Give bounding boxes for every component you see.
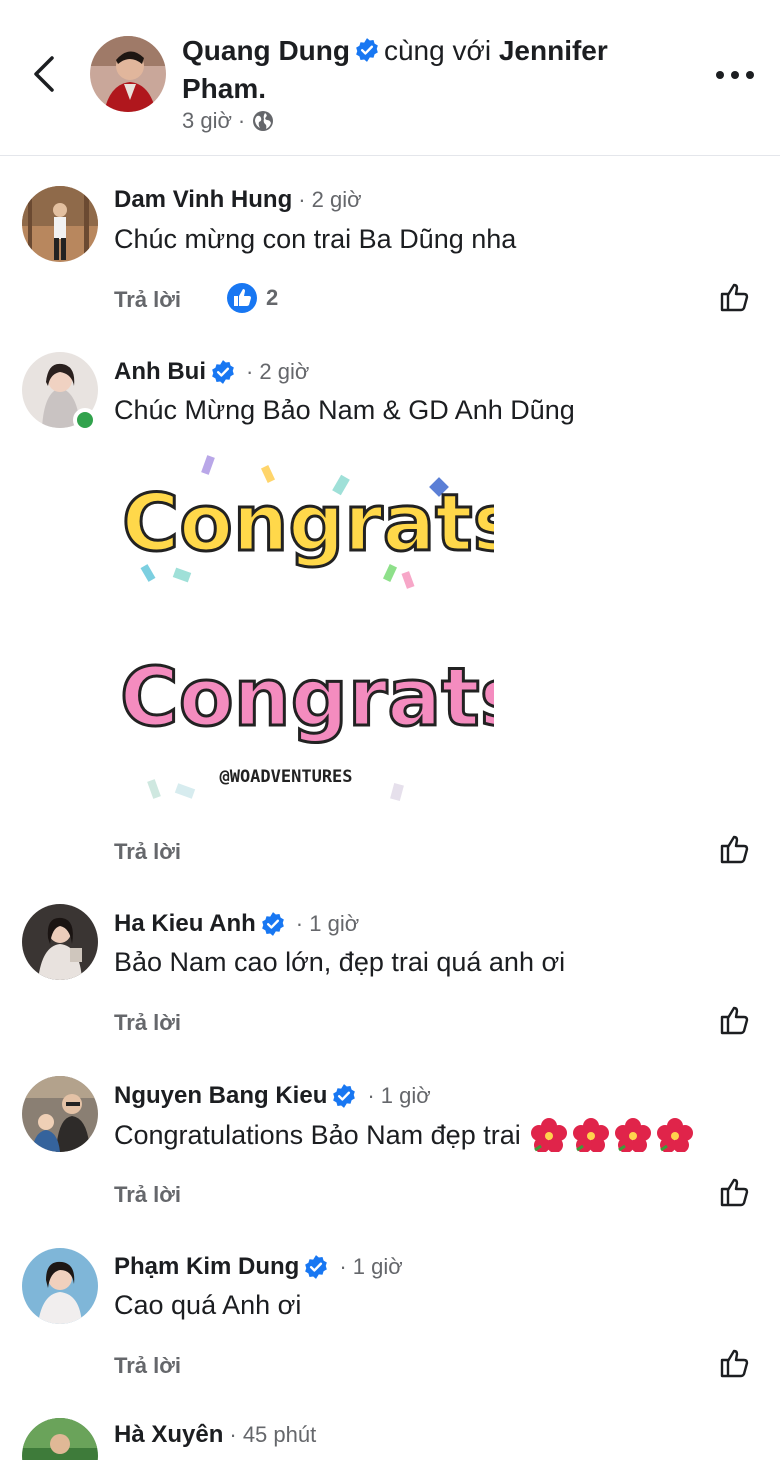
sticker-credit: @WOADVENTURES	[219, 767, 352, 787]
thumbs-up-icon[interactable]	[718, 1175, 752, 1209]
hibiscus-icon	[656, 1118, 693, 1152]
author-name[interactable]: Quang Dung	[182, 35, 350, 66]
comment-time: · 1 giờ	[295, 911, 360, 936]
with-text: cùng với	[383, 35, 492, 66]
more-options-button[interactable]	[712, 60, 758, 90]
comment-header: Anh Bui · 2 giờ	[114, 358, 309, 386]
reply-button[interactable]: Trả lời	[114, 1353, 181, 1379]
comment-header: Phạm Kim Dung · 1 giờ	[114, 1253, 403, 1281]
confetti	[390, 782, 404, 802]
sticker-word-top: Congrats	[122, 479, 494, 569]
meta-separator: ·	[237, 108, 246, 133]
back-icon	[34, 56, 54, 92]
commenter-name[interactable]: Hà Xuyên	[114, 1421, 223, 1449]
hibiscus-icon	[530, 1118, 567, 1152]
comment-time: · 1 giờ	[339, 1254, 403, 1279]
thumbs-up-icon[interactable]	[718, 280, 752, 314]
comment-header: Ha Kieu Anh · 1 giờ	[114, 910, 359, 938]
like-reaction-icon	[227, 283, 257, 313]
confetti	[174, 783, 196, 799]
comment-text: Bảo Nam cao lớn, đẹp trai quá anh ơi	[114, 947, 566, 977]
more-icon	[716, 71, 754, 79]
emoji-group	[529, 1118, 693, 1152]
reaction-count: 2	[266, 285, 279, 310]
comment-time: · 45 phút	[229, 1422, 317, 1447]
commenter-name[interactable]: Anh Bui	[114, 358, 206, 386]
comment-text: Chúc mừng con trai Ba Dũng nha	[114, 224, 517, 254]
avatar[interactable]	[22, 186, 98, 262]
hibiscus-icon	[572, 1118, 609, 1152]
comment-header: Dam Vinh Hung · 2 giờ	[114, 186, 362, 214]
online-status-indicator	[73, 408, 97, 432]
confetti	[172, 567, 192, 583]
post-header: Quang Dung cùng với Jennifer Pham. 3 giờ …	[0, 0, 780, 156]
thumbs-up-icon[interactable]	[718, 832, 752, 866]
post-title: Quang Dung cùng với Jennifer Pham.	[182, 32, 662, 108]
comment-header: Nguyen Bang Kieu · 1 giờ	[114, 1082, 431, 1110]
sticker-word-bottom: Congrats	[120, 651, 494, 744]
commenter-name[interactable]: Nguyen Bang Kieu	[114, 1082, 327, 1110]
comment-text: Cao quá Anh ơi	[114, 1290, 302, 1320]
avatar[interactable]	[22, 904, 98, 980]
confetti	[147, 779, 161, 799]
verified-icon	[305, 1255, 328, 1279]
post-time: 3 giờ	[182, 108, 232, 133]
commenter-name[interactable]: Ha Kieu Anh	[114, 910, 256, 938]
hibiscus-icon	[614, 1118, 651, 1152]
reply-button[interactable]: Trả lời	[114, 1010, 181, 1036]
avatar[interactable]	[22, 1418, 98, 1460]
reaction-summary[interactable]: 2	[226, 282, 278, 314]
reply-button[interactable]: Trả lời	[114, 1182, 181, 1208]
avatar[interactable]	[22, 1248, 98, 1324]
thumbs-up-icon[interactable]	[718, 1346, 752, 1380]
reply-button[interactable]: Trả lời	[114, 287, 181, 313]
commenter-name[interactable]: Dam Vinh Hung	[114, 186, 292, 214]
verified-icon	[333, 1084, 356, 1108]
congrats-sticker[interactable]: Congrats Congrats @WOADVENTURES	[114, 440, 494, 820]
confetti	[201, 455, 215, 475]
post-meta: 3 giờ ·	[182, 108, 275, 134]
verified-icon	[356, 38, 378, 62]
comment-time: · 2 giờ	[298, 187, 362, 212]
comment-time: · 2 giờ	[245, 359, 310, 384]
comment-text-content: Congratulations Bảo Nam đẹp trai	[114, 1119, 521, 1150]
comment-text: Chúc Mừng Bảo Nam & GD Anh Dũng	[114, 395, 575, 425]
author-avatar[interactable]	[90, 36, 166, 112]
confetti	[401, 571, 415, 589]
comment-text: Congratulations Bảo Nam đẹp trai	[114, 1118, 693, 1152]
back-button[interactable]	[26, 52, 66, 96]
comment-time: · 1 giờ	[367, 1083, 431, 1108]
verified-icon	[261, 912, 284, 936]
avatar[interactable]	[22, 1076, 98, 1152]
reply-button[interactable]: Trả lời	[114, 839, 181, 865]
commenter-name[interactable]: Phạm Kim Dung	[114, 1253, 299, 1281]
comment-header: Hà Xuyên · 45 phút	[114, 1421, 316, 1449]
thumbs-up-icon[interactable]	[718, 1003, 752, 1037]
globe-icon	[253, 111, 274, 131]
verified-icon	[212, 360, 234, 384]
